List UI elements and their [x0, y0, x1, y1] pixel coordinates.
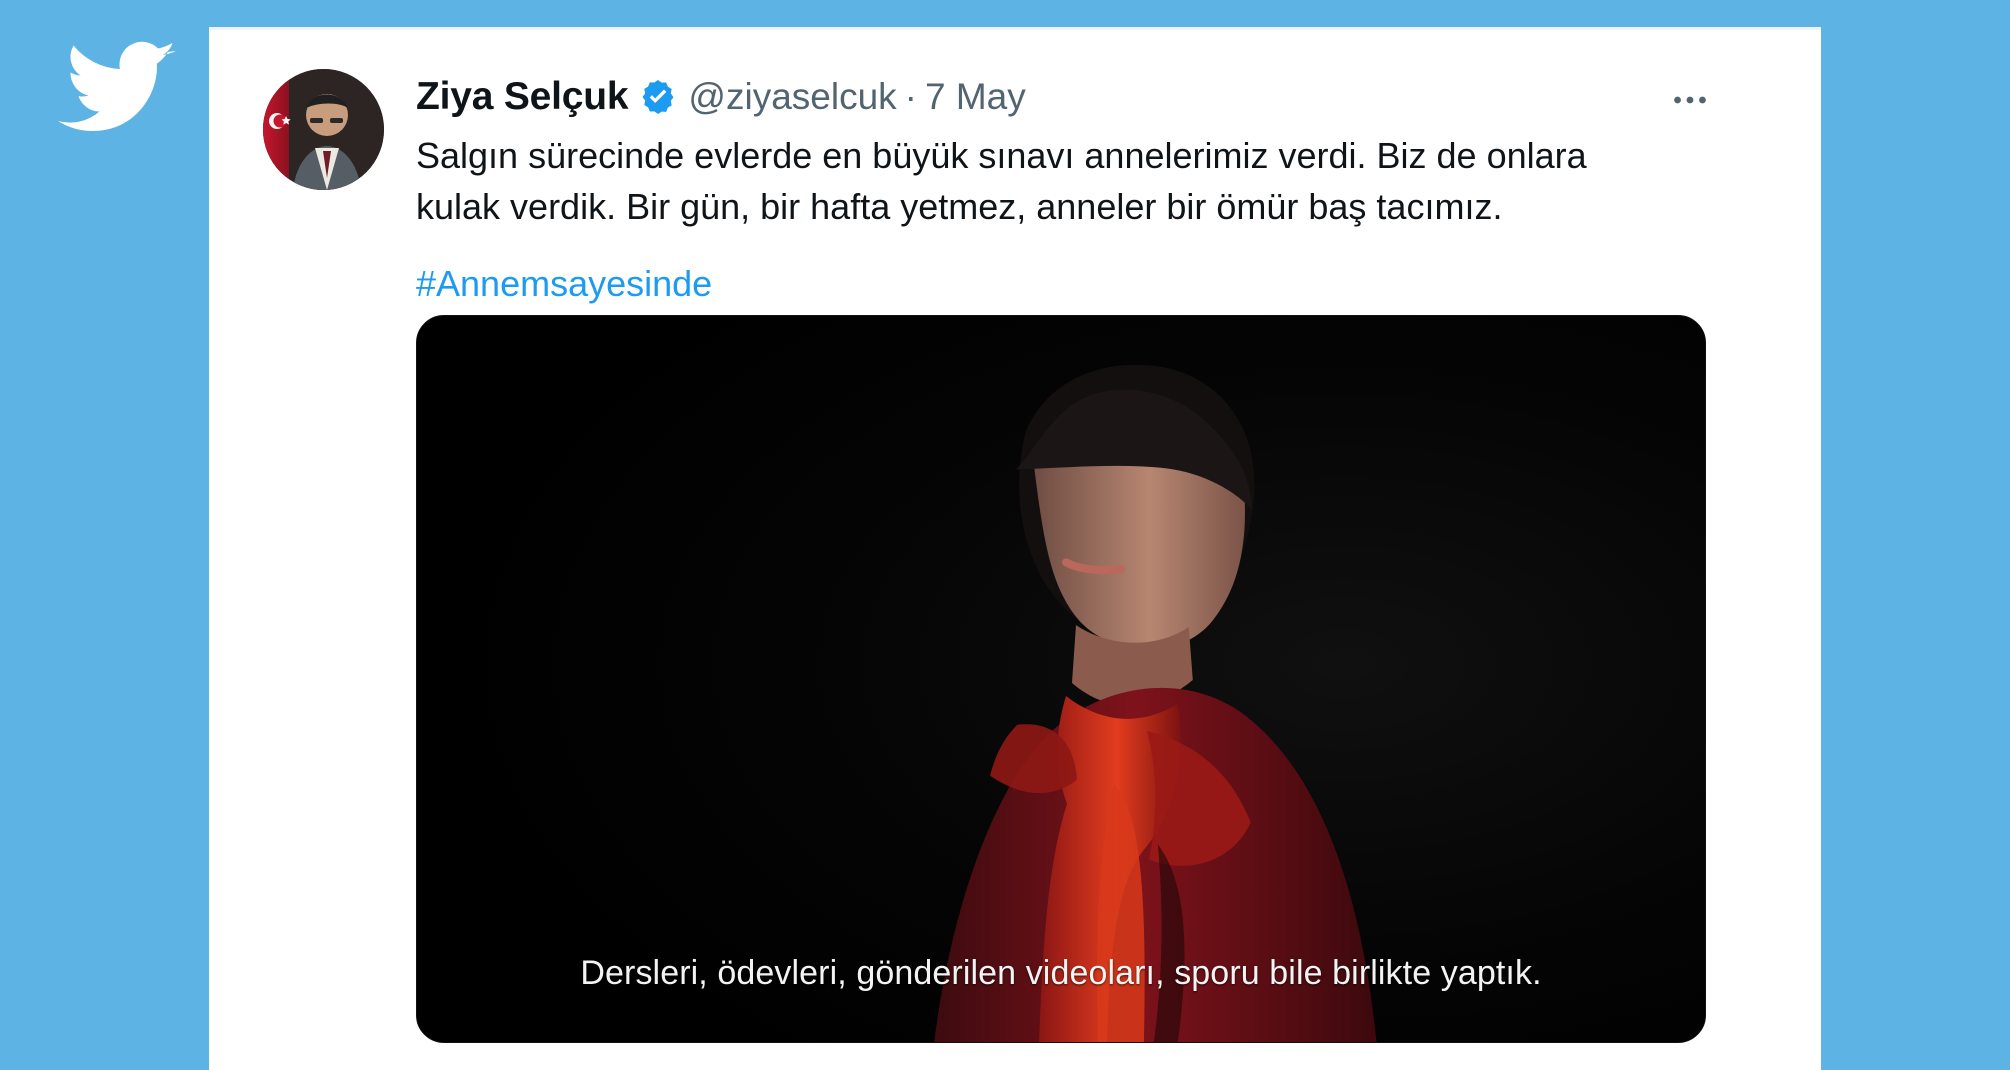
tweet-card: Ziya Selçuk @ziyaselcuk · 7 May Salgın s…: [209, 27, 1821, 1070]
hashtag-link[interactable]: #Annemsayesinde: [416, 258, 712, 309]
video-frame: [417, 316, 1705, 1042]
author-handle[interactable]: @ziyaselcuk: [688, 76, 896, 118]
tweet-date[interactable]: 7 May: [925, 76, 1026, 118]
tweet-header: Ziya Selçuk @ziyaselcuk · 7 May: [416, 71, 1026, 123]
verified-badge-icon: [638, 77, 678, 117]
tweet-text: Salgın sürecinde evlerde en büyük sınavı…: [416, 135, 1587, 227]
author-name[interactable]: Ziya Selçuk: [416, 75, 629, 119]
more-options-button[interactable]: [1661, 83, 1719, 117]
avatar[interactable]: [263, 69, 384, 190]
twitter-logo-icon: [44, 28, 192, 148]
card-divider: [209, 27, 1821, 30]
more-horizontal-icon: [1673, 95, 1707, 105]
video-player[interactable]: Dersleri, ödevleri, gönderilen videoları…: [416, 315, 1706, 1043]
meta-separator: ·: [904, 76, 917, 117]
video-subtitle: Dersleri, ödevleri, gönderilen videoları…: [580, 954, 1542, 992]
